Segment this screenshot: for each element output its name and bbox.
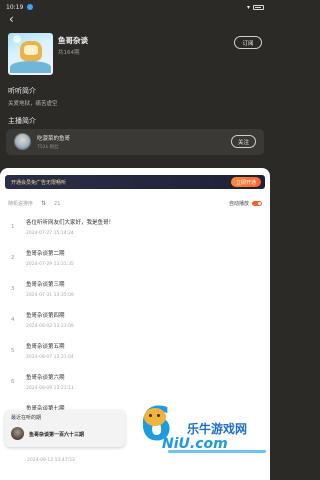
mini-player-date: 2024-09-12 13:47:53	[27, 458, 75, 463]
episode-date: 2024-07-27 15:14:24	[26, 231, 74, 236]
watermark-mascot-icon	[144, 408, 166, 426]
autoplay[interactable]: 自动播放	[229, 200, 262, 207]
episode-number: 5	[11, 348, 15, 354]
status-time: 10:19	[6, 3, 24, 11]
episode-title: 鱼哥杂谈第四期	[26, 313, 65, 319]
episode-title: 各位听听网友们大家好，我是鱼哥！	[26, 220, 115, 226]
list-item[interactable]: 6 鱼哥杂谈第六期 2024-08-09 13:23:11	[0, 369, 270, 400]
mini-player[interactable]: 最近在听的期 鱼哥杂谈第一百六十三期	[5, 410, 125, 447]
host-fans: 752k 粉丝	[37, 145, 59, 150]
list-item[interactable]: 3 鱼哥杂谈第三期 2024-07-31 13:35:09	[0, 276, 270, 307]
status-right: ▾	[247, 4, 264, 11]
mini-player-label: 最近在听的期	[11, 415, 42, 421]
watermark-text-cn: 乐牛游戏网	[187, 422, 248, 436]
sort-icon[interactable]: ⇅	[41, 200, 46, 207]
episode-date: 2024-08-09 13:23:11	[26, 386, 74, 391]
album-cover	[8, 33, 53, 75]
episode-title: 鱼哥杂谈第三期	[26, 282, 65, 288]
episode-count: 21	[54, 200, 61, 207]
episode-date: 2024-07-29 13:31:35	[26, 262, 74, 267]
vip-banner[interactable]: 开通会员免广告无限畅听 立即开通	[5, 175, 265, 189]
list-item[interactable]: 5 鱼哥杂谈第五期 2024-08-07 13:21:04	[0, 338, 270, 369]
intro-text: 关爱地狱，痛苦虚空	[8, 101, 58, 107]
episode-title: 鱼哥杂谈第五期	[26, 344, 65, 350]
host-card[interactable]: 吃菠菜的鱼哥 752k 粉丝 关注	[6, 129, 264, 155]
chevron-left-icon: ‹	[9, 12, 14, 26]
episode-date: 2024-08-02 13:23:09	[26, 324, 74, 329]
mini-player-avatar	[11, 427, 24, 440]
host-name: 吃菠菜的鱼哥	[37, 136, 71, 142]
album-title: 鱼哥杂谈	[58, 36, 88, 45]
list-header: 随机说排序 ⇅ 21	[8, 200, 60, 207]
follow-button[interactable]: 关注	[231, 135, 256, 148]
list-item[interactable]: 2 鱼哥杂谈第二期 2024-07-29 13:31:35	[0, 245, 270, 276]
status-left: 10:19	[6, 3, 34, 11]
episode-number: 6	[11, 379, 15, 385]
battery-icon	[253, 4, 264, 10]
episode-number: 2	[11, 255, 15, 261]
episode-date: 2024-07-31 13:35:09	[26, 293, 74, 298]
list-item[interactable]: 4 鱼哥杂谈第四期 2024-08-02 13:23:09	[0, 307, 270, 338]
episode-number: 3	[11, 286, 15, 292]
host-avatar	[14, 133, 31, 150]
vip-open-button[interactable]: 立即开通	[231, 177, 261, 187]
notification-dot-icon	[27, 4, 34, 10]
mini-player-title: 鱼哥杂谈第一百六十三期	[29, 432, 85, 438]
episode-date: 2024-08-07 13:21:04	[26, 355, 74, 360]
album-count: 共164期	[58, 50, 80, 56]
host-title: 主播简介	[8, 117, 36, 125]
episode-title: 鱼哥杂谈第二期	[26, 251, 65, 257]
watermark-underline	[168, 450, 266, 453]
list-item[interactable]: 1 各位听听网友们大家好，我是鱼哥！ 2024-07-27 15:14:24	[0, 214, 270, 245]
sort-label[interactable]: 随机说排序	[8, 200, 33, 207]
episode-number: 1	[11, 224, 15, 230]
episode-number: 4	[11, 317, 15, 323]
back-button[interactable]: ‹	[9, 13, 21, 25]
intro-title: 听听简介	[8, 87, 36, 95]
autoplay-toggle[interactable]	[252, 201, 262, 206]
status-bar: 10:19 ▾	[0, 0, 270, 14]
subscribe-button[interactable]: 订阅	[234, 36, 262, 49]
autoplay-label: 自动播放	[228, 201, 249, 207]
wifi-icon: ▾	[246, 3, 250, 11]
vip-text: 开通会员免广告无限畅听	[11, 179, 67, 186]
episode-title: 鱼哥杂谈第六期	[26, 375, 65, 381]
